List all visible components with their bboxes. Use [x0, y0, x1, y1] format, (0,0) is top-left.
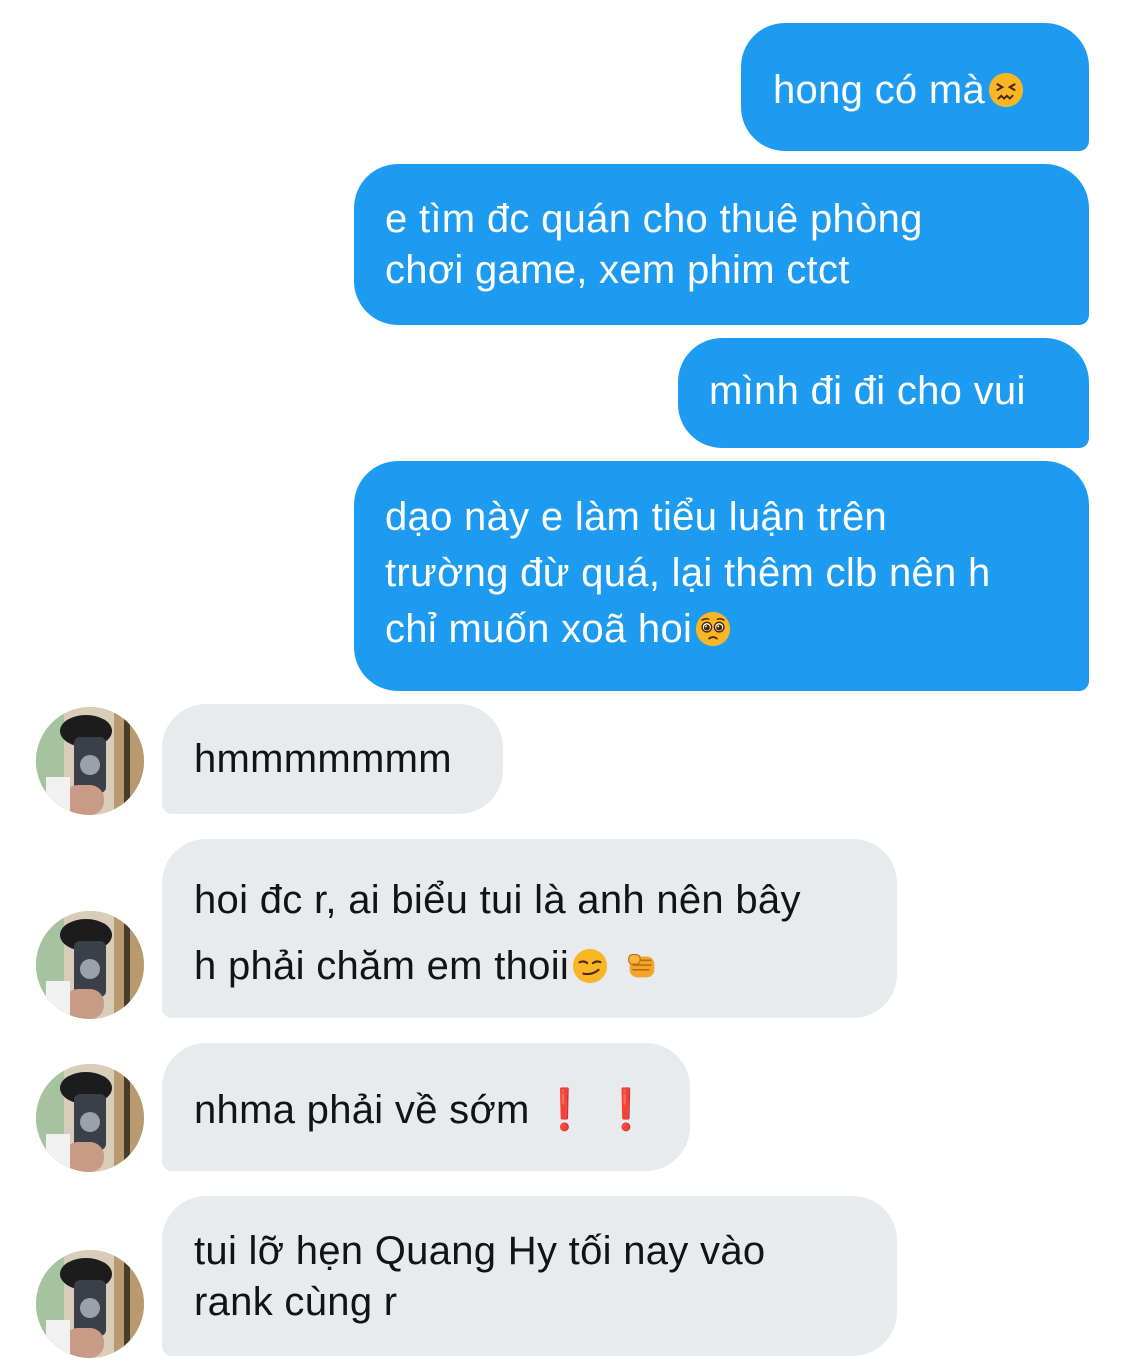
sent-message-bubble[interactable]: dạo này e làm tiểu luận trên trường đừ q… [354, 461, 1089, 691]
avatar[interactable] [36, 1250, 144, 1358]
received-message-bubble[interactable]: tui lỡ hẹn Quang Hy tối nay vào rank cùn… [162, 1196, 897, 1356]
message-text: hmmmmmmm [194, 737, 452, 781]
message-text: tui lỡ hẹn Quang Hy tối nay vào rank cùn… [194, 1229, 766, 1324]
message-text: dạo này e làm tiểu luận trên trường đừ q… [385, 495, 991, 651]
exclamation-marks-icon: ❗ ❗ [539, 1088, 652, 1132]
sent-message-bubble[interactable]: hong có mà [741, 23, 1089, 151]
received-message-bubble[interactable]: nhma phải về sớm ❗ ❗ [162, 1043, 690, 1171]
avatar[interactable] [36, 1064, 144, 1172]
oncoming-fist-icon [623, 947, 661, 985]
message-text: nhma phải về sớm [194, 1088, 530, 1132]
sent-message-bubble[interactable]: mình đi đi cho vui [678, 338, 1089, 448]
pleading-face-icon [694, 610, 732, 648]
avatar[interactable] [36, 911, 144, 1019]
sent-message-bubble[interactable]: e tìm đc quán cho thuê phòng chơi game, … [354, 164, 1089, 325]
smirking-face-icon [571, 947, 609, 985]
message-text: mình đi đi cho vui [709, 369, 1026, 413]
message-text: hong có mà [773, 68, 986, 112]
received-message-bubble[interactable]: hoi đc r, ai biểu tui là anh nên bây h p… [162, 839, 897, 1018]
avatar[interactable] [36, 707, 144, 815]
received-message-bubble[interactable]: hmmmmmmm [162, 704, 503, 814]
message-text: e tìm đc quán cho thuê phòng chơi game, … [385, 197, 923, 292]
confounded-face-icon [987, 71, 1025, 109]
message-text: hoi đc r, ai biểu tui là anh nên bây h p… [194, 878, 801, 988]
